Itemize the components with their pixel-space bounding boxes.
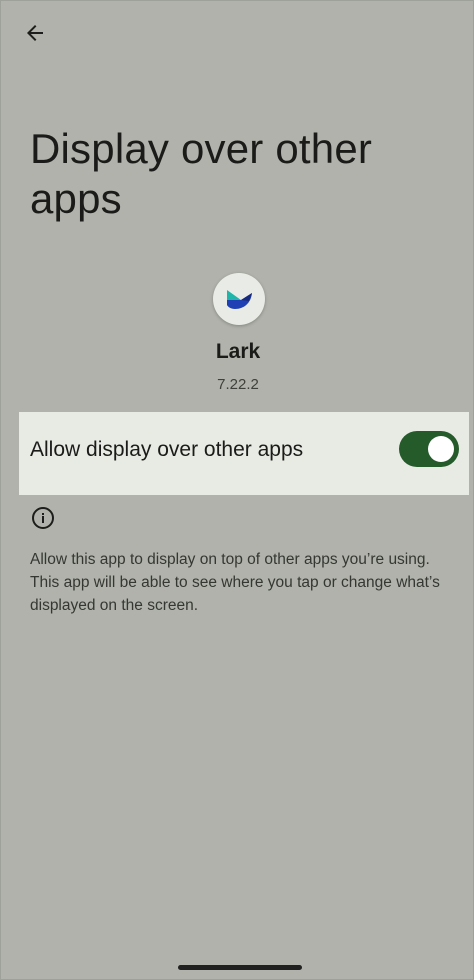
lark-logo-icon	[227, 290, 252, 309]
gesture-nav-handle[interactable]	[178, 965, 302, 970]
permission-description: Allow this app to display on top of othe…	[30, 551, 440, 614]
switch-thumb	[428, 436, 454, 462]
allow-display-over-apps-switch[interactable]	[399, 431, 459, 467]
lark-app-icon	[213, 273, 265, 325]
page-title: Display over other apps	[30, 125, 373, 222]
app-name: Lark	[215, 340, 261, 363]
display-over-other-apps-screen: Display over other apps Lark 7.22.2 Allo…	[0, 0, 474, 980]
app-version: 7.22.2	[217, 376, 259, 393]
back-button[interactable]	[17, 15, 53, 51]
info-icon	[32, 507, 54, 529]
allow-display-over-apps-label: Allow display over other apps	[30, 438, 304, 461]
allow-display-over-apps-row[interactable]: Allow display over other apps	[19, 412, 469, 495]
arrow-back-icon	[27, 25, 43, 41]
